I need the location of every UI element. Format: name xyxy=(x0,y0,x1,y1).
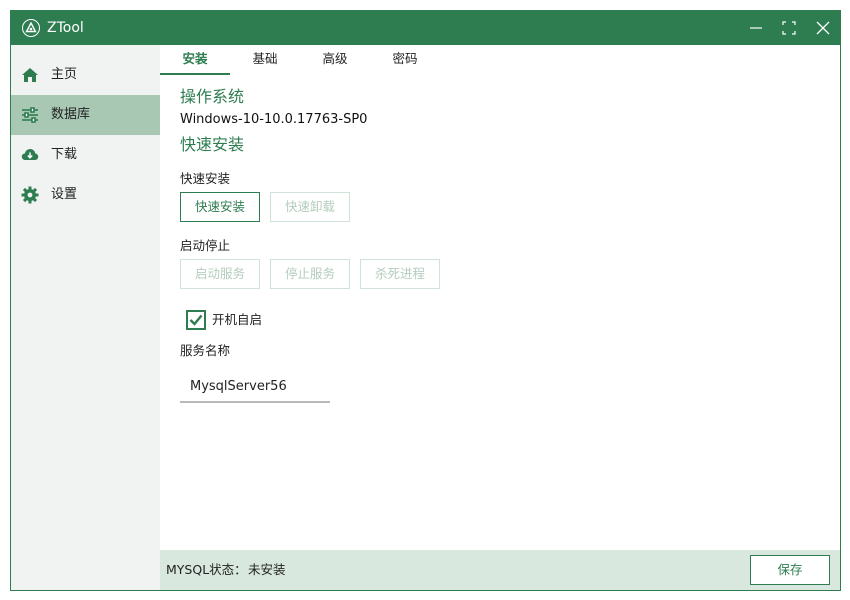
stop-service-button[interactable]: 停止服务 xyxy=(270,259,350,289)
os-version-text: Windows-10-10.0.17763-SP0 xyxy=(180,112,368,127)
start-stop-label: 启动停止 xyxy=(180,238,231,253)
minimize-icon xyxy=(750,27,762,29)
app-logo-icon xyxy=(22,19,40,37)
sidebar-item-label: 数据库 xyxy=(51,107,91,122)
sliders-icon xyxy=(22,107,38,123)
sidebar-item-download[interactable]: 下载 xyxy=(11,135,160,175)
maximize-button[interactable] xyxy=(772,11,806,45)
autostart-label: 开机自启 xyxy=(212,312,263,327)
quick-install-heading: 快速安装 xyxy=(180,135,245,154)
minimize-button[interactable] xyxy=(739,11,773,45)
sidebar-item-label: 下载 xyxy=(51,147,78,162)
app-title: ZTool xyxy=(47,20,84,36)
app-window: ZTool 主页 数据库 下载 设置 安装 基础 高级 密码 操作系统 Wind… xyxy=(10,10,841,591)
checkmark-icon xyxy=(189,314,203,326)
uninstall-button[interactable]: 快速卸载 xyxy=(270,192,350,222)
close-icon xyxy=(816,21,830,35)
close-button[interactable] xyxy=(806,11,840,45)
cloud-download-icon xyxy=(21,149,39,160)
install-button[interactable]: 快速安装 xyxy=(180,192,260,222)
mysql-status-label: MYSQL状态： xyxy=(166,562,247,577)
sidebar-item-label: 主页 xyxy=(51,67,78,82)
status-bar: MYSQL状态： 未安装 保存 xyxy=(160,550,840,590)
sidebar-item-settings[interactable]: 设置 xyxy=(11,175,160,215)
tab-advanced[interactable]: 高级 xyxy=(300,45,370,75)
tab-install[interactable]: 安装 xyxy=(160,45,230,75)
mysql-status-value: 未安装 xyxy=(248,562,286,577)
start-service-button[interactable]: 启动服务 xyxy=(180,259,260,289)
sidebar-item-label: 设置 xyxy=(51,187,78,202)
install-panel: 操作系统 Windows-10-10.0.17763-SP0 快速安装 快速安装… xyxy=(160,75,840,550)
service-name-label: 服务名称 xyxy=(180,343,231,358)
tab-bar: 安装 基础 高级 密码 xyxy=(160,45,840,75)
sidebar-item-home[interactable]: 主页 xyxy=(11,55,160,95)
tab-password[interactable]: 密码 xyxy=(370,45,440,75)
sidebar-item-database[interactable]: 数据库 xyxy=(11,95,160,135)
quick-install-label: 快速安装 xyxy=(180,171,231,186)
tab-basic[interactable]: 基础 xyxy=(230,45,300,75)
os-heading: 操作系统 xyxy=(180,87,245,106)
autostart-checkbox[interactable] xyxy=(186,310,206,330)
service-name-input[interactable] xyxy=(180,371,330,403)
gear-icon xyxy=(21,186,39,204)
maximize-icon xyxy=(782,21,796,35)
save-button[interactable]: 保存 xyxy=(750,555,830,585)
kill-process-button[interactable]: 杀死进程 xyxy=(360,259,440,289)
home-icon xyxy=(22,68,38,82)
sidebar: 主页 数据库 下载 设置 xyxy=(11,45,160,590)
title-bar: ZTool xyxy=(11,11,840,45)
